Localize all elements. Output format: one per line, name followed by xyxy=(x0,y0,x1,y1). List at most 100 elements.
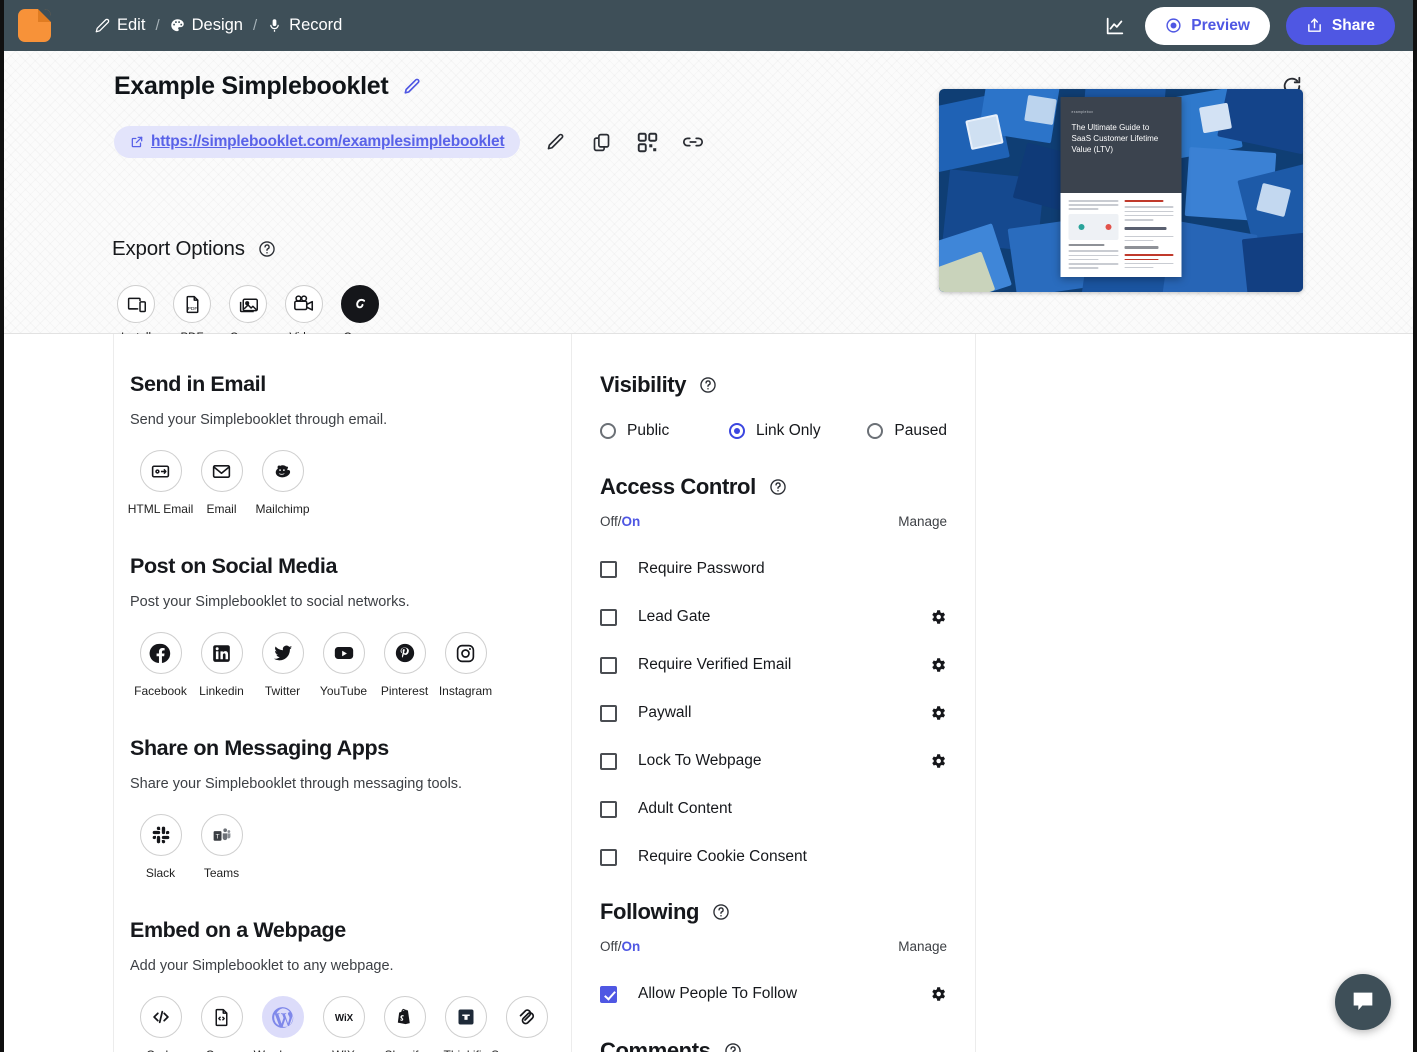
embed-option-code[interactable]: Code xyxy=(130,996,191,1052)
visibility-option-link-only[interactable]: Link Only xyxy=(728,422,867,440)
cover-file-icon xyxy=(200,996,243,1038)
access-item-lead-gate[interactable]: Lead Gate xyxy=(600,593,947,641)
share-option-slack[interactable]: Slack xyxy=(130,814,191,880)
embed-option-wix[interactable]: WiX WIX xyxy=(313,996,374,1052)
embed-option-thinkific[interactable]: Thinkific xyxy=(435,996,496,1052)
share-option-linkedin[interactable]: Linkedin xyxy=(191,632,252,698)
url-actions xyxy=(532,125,716,159)
share-option-youtube[interactable]: YouTube xyxy=(313,632,374,698)
embed-option-cover[interactable]: Cover xyxy=(191,996,252,1052)
preview-button[interactable]: Preview xyxy=(1145,6,1270,45)
item-label: Require Password xyxy=(638,560,765,577)
item-label: Shopify xyxy=(384,1048,424,1052)
gear-icon[interactable] xyxy=(929,752,947,770)
microphone-icon xyxy=(267,18,282,33)
simplebooklet-share-page: Edit / Design / Record Preview Share Exa… xyxy=(0,0,1417,1052)
gear-icon[interactable] xyxy=(929,656,947,674)
squarespace-icon xyxy=(505,996,548,1038)
share-option-teams[interactable]: T Teams xyxy=(191,814,252,880)
share-option-facebook[interactable]: Facebook xyxy=(130,632,191,698)
simplebooklet-logo[interactable] xyxy=(18,9,51,42)
short-link-button[interactable] xyxy=(670,125,716,159)
embed-option-wordpress[interactable]: Wordpress xyxy=(252,996,313,1052)
manage-access-link[interactable]: Manage xyxy=(898,514,947,529)
access-item-require-password[interactable]: Require Password xyxy=(600,545,947,593)
section-title: Share on Messaging Apps xyxy=(130,736,389,760)
pencil-edit-icon[interactable] xyxy=(402,77,422,97)
qr-code-button[interactable] xyxy=(624,125,670,159)
section-items: Facebook Linkedin Twitter YouTube Pinter… xyxy=(130,632,571,698)
nav-label-edit: Edit xyxy=(117,16,146,34)
share-option-mailchimp[interactable]: Mailchimp xyxy=(252,450,313,516)
gear-icon[interactable] xyxy=(929,985,947,1003)
export-options-title: Export Options xyxy=(112,237,245,260)
nav-item-design[interactable]: Design xyxy=(170,16,243,35)
help-circle-icon[interactable] xyxy=(258,240,276,258)
cover-col-left xyxy=(1068,200,1118,271)
access-item-paywall[interactable]: Paywall xyxy=(600,689,947,737)
embed-option-squarespace[interactable]: Squarespace xyxy=(491,996,562,1052)
copy-url-button[interactable] xyxy=(578,125,624,159)
section-items: HTML Email Email Mailchimp xyxy=(128,450,571,516)
off-on-toggle[interactable]: Off/On xyxy=(600,939,640,954)
off-on-toggle[interactable]: Off/On xyxy=(600,514,640,529)
item-label: Code xyxy=(146,1048,175,1052)
help-circle-icon[interactable] xyxy=(769,478,787,496)
code-brackets-icon xyxy=(139,996,182,1038)
nav-item-record[interactable]: Record xyxy=(267,16,342,35)
section-items: Slack T Teams xyxy=(130,814,571,880)
url-row: https://simplebooklet.com/examplesimpleb… xyxy=(114,125,716,159)
envelope-icon xyxy=(200,450,243,492)
section-title: Post on Social Media xyxy=(130,554,338,578)
gear-icon[interactable] xyxy=(929,704,947,722)
section-description: Share your Simplebooklet through messagi… xyxy=(130,776,463,792)
instagram-icon xyxy=(444,632,487,674)
html-email-icon xyxy=(139,450,182,492)
share-option-email[interactable]: Email xyxy=(191,450,252,516)
help-circle-icon[interactable] xyxy=(724,1042,742,1052)
visibility-option-paused[interactable]: Paused xyxy=(867,422,947,440)
access-item-adult-content[interactable]: Adult Content xyxy=(600,785,947,833)
item-label: Email xyxy=(206,502,237,516)
access-item-require-verified-email[interactable]: Require Verified Email xyxy=(600,641,947,689)
thinkific-icon xyxy=(444,996,487,1038)
following-title: Following xyxy=(600,899,700,924)
edit-url-button[interactable] xyxy=(532,125,578,159)
item-label: Paywall xyxy=(638,704,692,721)
share-option-html-email[interactable]: HTML Email xyxy=(128,450,193,516)
item-label: WIX xyxy=(332,1048,355,1052)
share-option-pinterest[interactable]: Pinterest xyxy=(374,632,435,698)
following-header: Following xyxy=(600,899,947,925)
item-label: Squarespace xyxy=(491,1048,562,1052)
booklet-url-link[interactable]: https://simplebooklet.com/examplesimpleb… xyxy=(114,126,521,158)
access-item-require-cookie-consent[interactable]: Require Cookie Consent xyxy=(600,833,947,881)
external-link-icon xyxy=(130,135,144,149)
share-option-twitter[interactable]: Twitter xyxy=(252,632,313,698)
following-item-allow-people-to-follow[interactable]: Allow People To Follow xyxy=(600,970,947,1018)
main-content-area: Send in Email Send your Simplebooklet th… xyxy=(4,334,1413,1052)
help-circle-icon[interactable] xyxy=(712,903,730,921)
access-item-lock-to-webpage[interactable]: Lock To Webpage xyxy=(600,737,947,785)
visibility-option-public[interactable]: Public xyxy=(600,422,729,440)
preview-label: Preview xyxy=(1191,16,1250,34)
item-label: Lead Gate xyxy=(638,608,711,625)
share-button[interactable]: Share xyxy=(1285,6,1395,45)
off-label: Off/ xyxy=(600,939,622,954)
chat-support-button[interactable] xyxy=(1335,974,1391,1030)
wordpress-icon xyxy=(261,996,304,1038)
booklet-header-panel: Example Simplebooklet https://simplebook… xyxy=(4,51,1413,344)
settings-sidebar: Visibility Public Link Only Paused Acces… xyxy=(571,334,976,1052)
embed-option-shopify[interactable]: Shopify xyxy=(374,996,435,1052)
share-icon xyxy=(1306,17,1323,34)
help-circle-icon[interactable] xyxy=(699,376,717,394)
cover-body xyxy=(1061,193,1182,278)
share-option-instagram[interactable]: Instagram xyxy=(435,632,496,698)
manage-following-link[interactable]: Manage xyxy=(898,939,947,954)
item-label: Mailchimp xyxy=(255,502,310,516)
gear-icon[interactable] xyxy=(929,608,947,626)
item-label: Lock To Webpage xyxy=(638,752,762,769)
booklet-thumbnail[interactable]: examplebox The Ultimate Guide to SaaS Cu… xyxy=(939,89,1303,292)
item-label: Require Verified Email xyxy=(638,656,792,673)
nav-item-edit[interactable]: Edit xyxy=(95,16,145,35)
analytics-chart-icon[interactable] xyxy=(1101,12,1129,40)
